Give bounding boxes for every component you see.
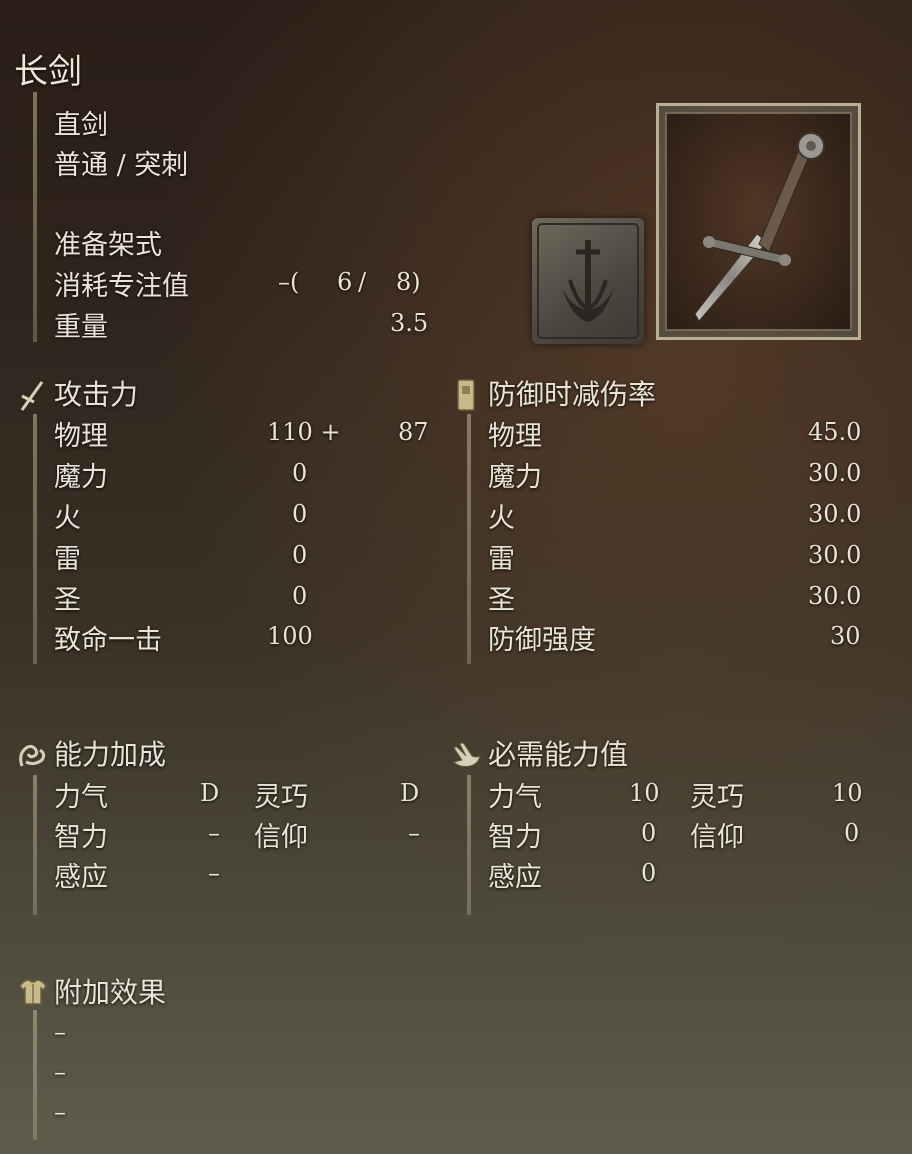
ash-of-war-emblem bbox=[532, 218, 644, 344]
req-label-fai: 信仰 bbox=[690, 822, 744, 853]
scaling-value-fai: – bbox=[408, 819, 420, 847]
req-label-str: 力气 bbox=[488, 782, 542, 813]
attack-value-lightning: 0 bbox=[292, 541, 308, 569]
fp-cost-dash: –( bbox=[278, 268, 300, 296]
attack-label-magic: 魔力 bbox=[54, 462, 108, 493]
scaling-value-arc: – bbox=[208, 859, 220, 887]
divider bbox=[33, 92, 37, 342]
guard-label-magic: 魔力 bbox=[488, 462, 542, 493]
attack-value-physical: 110 + bbox=[267, 418, 341, 446]
weight-value: 3.5 bbox=[390, 309, 429, 337]
req-value-fai: 0 bbox=[844, 819, 860, 847]
scaling-value-str: D bbox=[200, 779, 220, 807]
scaling-value-dex: D bbox=[400, 779, 420, 807]
req-label-int: 智力 bbox=[488, 822, 542, 853]
req-value-arc: 0 bbox=[641, 859, 657, 887]
skill-name: 准备架式 bbox=[54, 230, 162, 261]
passive-item: – bbox=[54, 1098, 66, 1126]
weapon-image-frame bbox=[656, 103, 861, 340]
req-value-str: 10 bbox=[629, 779, 660, 807]
attack-label-physical: 物理 bbox=[54, 421, 108, 452]
guard-value-fire: 30.0 bbox=[808, 500, 862, 528]
shield-icon bbox=[457, 379, 475, 411]
attack-label-lightning: 雷 bbox=[54, 544, 81, 575]
attack-value-magic: 0 bbox=[292, 459, 308, 487]
sword-icon bbox=[20, 381, 44, 411]
guard-value-magic: 30.0 bbox=[808, 459, 862, 487]
guard-heading: 防御时减伤率 bbox=[488, 378, 657, 411]
scaling-label-str: 力气 bbox=[54, 782, 108, 813]
attack-bonus-physical: 87 bbox=[398, 418, 429, 446]
fp-cost-2: 8) bbox=[396, 268, 421, 296]
scaling-label-arc: 感应 bbox=[54, 862, 108, 893]
scaling-label-dex: 灵巧 bbox=[254, 782, 308, 813]
flexed-arm-icon bbox=[19, 744, 46, 767]
guard-value-boost: 30 bbox=[830, 622, 861, 650]
divider bbox=[33, 775, 37, 915]
guard-label-boost: 防御强度 bbox=[488, 625, 596, 656]
weapon-type: 直剑 bbox=[54, 110, 108, 141]
attack-value-critical: 100 bbox=[267, 622, 313, 650]
fp-cost-label: 消耗专注值 bbox=[54, 271, 189, 302]
guard-label-holy: 圣 bbox=[488, 585, 515, 616]
scaling-label-fai: 信仰 bbox=[254, 822, 308, 853]
fp-cost-1: 6 bbox=[337, 268, 353, 296]
scaling-label-int: 智力 bbox=[54, 822, 108, 853]
attack-value-fire: 0 bbox=[292, 500, 308, 528]
guard-value-lightning: 30.0 bbox=[808, 541, 862, 569]
fp-cost-sep: / bbox=[358, 268, 367, 296]
longsword-icon bbox=[694, 132, 825, 322]
guard-value-holy: 30.0 bbox=[808, 582, 862, 610]
req-value-dex: 10 bbox=[832, 779, 863, 807]
scaling-value-int: – bbox=[208, 819, 220, 847]
guard-label-physical: 物理 bbox=[488, 421, 542, 452]
passive-item: – bbox=[54, 1058, 66, 1086]
guard-label-lightning: 雷 bbox=[488, 544, 515, 575]
req-label-dex: 灵巧 bbox=[690, 782, 744, 813]
attack-value-holy: 0 bbox=[292, 582, 308, 610]
attack-heading: 攻击力 bbox=[54, 378, 139, 411]
guard-label-fire: 火 bbox=[488, 503, 515, 534]
divider bbox=[467, 775, 471, 915]
weight-label: 重量 bbox=[54, 312, 108, 343]
divider bbox=[33, 1010, 37, 1140]
passive-item: – bbox=[54, 1018, 66, 1046]
req-label-arc: 感应 bbox=[488, 862, 542, 893]
attack-label-critical: 致命一击 bbox=[54, 625, 162, 656]
guard-value-physical: 45.0 bbox=[808, 418, 862, 446]
divider bbox=[33, 414, 37, 664]
requirements-heading: 必需能力值 bbox=[488, 738, 629, 771]
armor-icon bbox=[19, 979, 47, 1005]
sword-emblem-icon bbox=[537, 223, 639, 339]
divider bbox=[467, 414, 471, 664]
scaling-heading: 能力加成 bbox=[54, 738, 167, 771]
hand-icon bbox=[453, 742, 481, 767]
weapon-name: 长剑 bbox=[14, 52, 82, 92]
attack-label-fire: 火 bbox=[54, 503, 81, 534]
passive-heading: 附加效果 bbox=[54, 976, 167, 1009]
req-value-int: 0 bbox=[641, 819, 657, 847]
damage-type: 普通 / 突刺 bbox=[54, 150, 189, 181]
attack-label-holy: 圣 bbox=[54, 585, 81, 616]
